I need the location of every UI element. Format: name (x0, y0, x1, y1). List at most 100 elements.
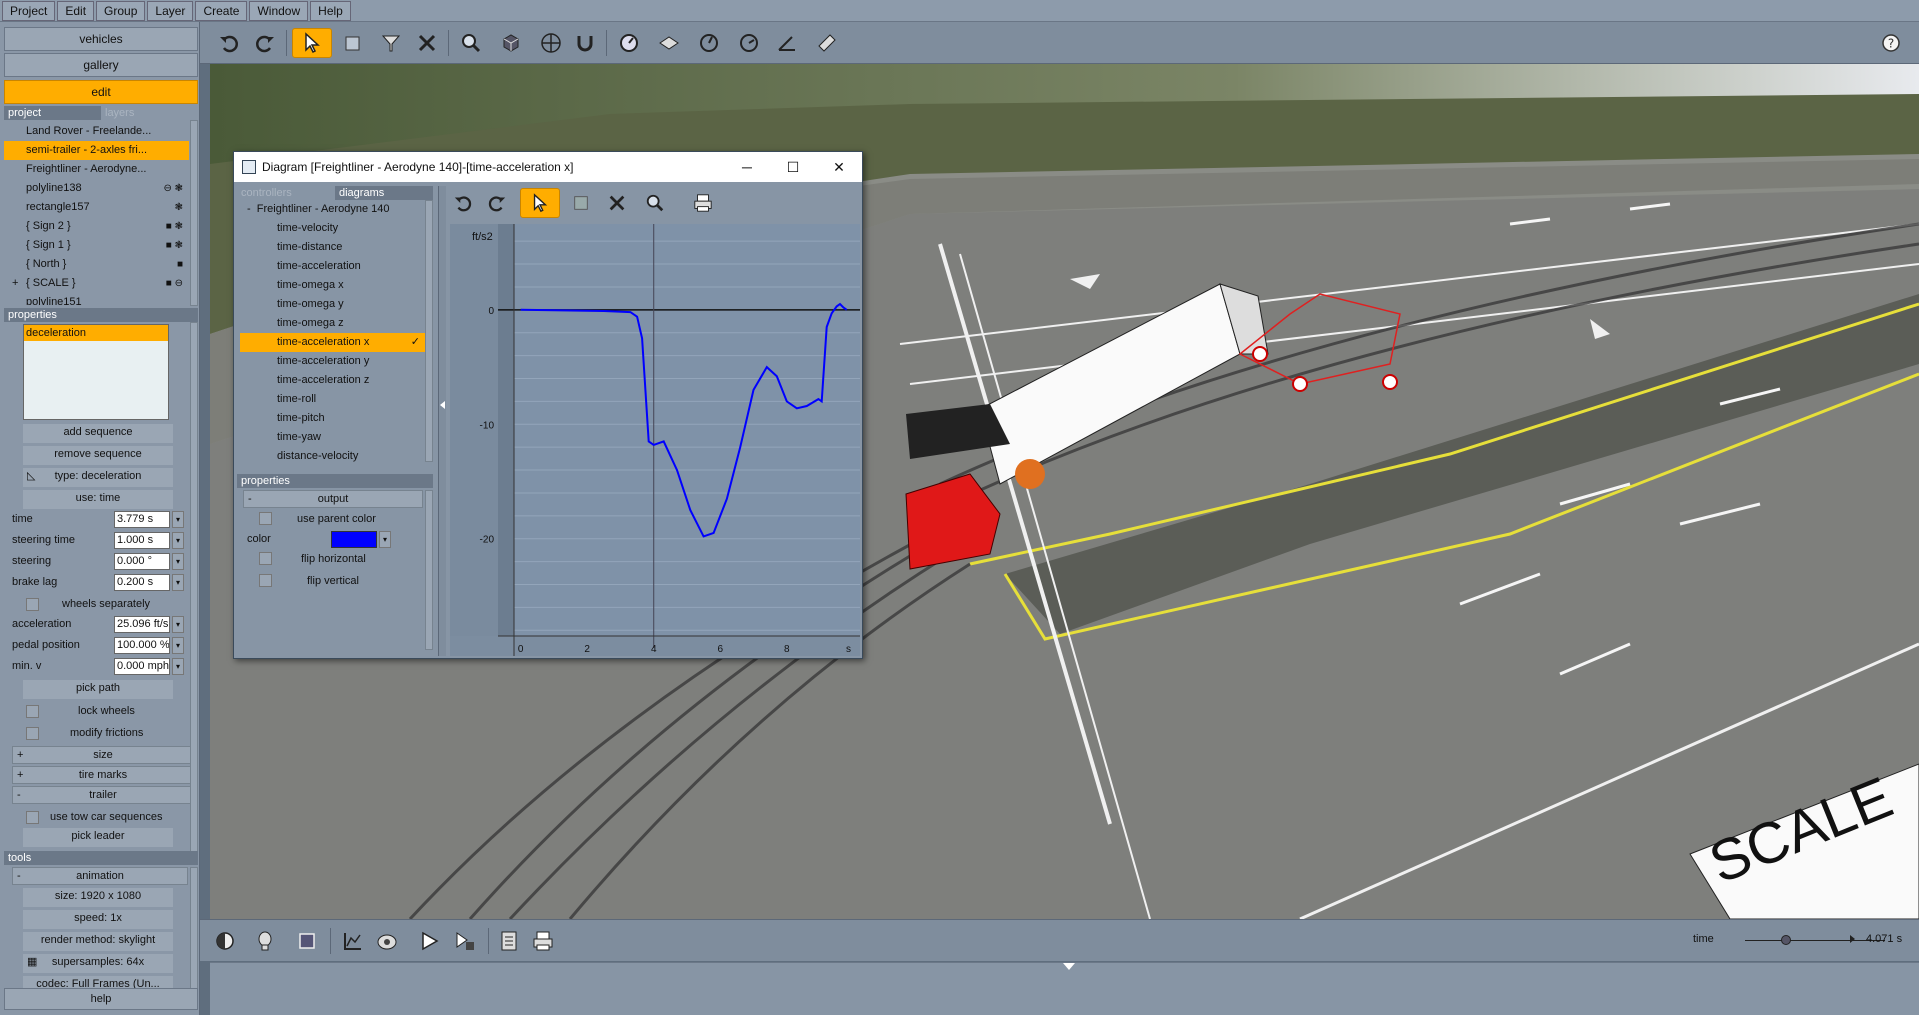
steering-spinner[interactable]: ▾ (172, 553, 184, 570)
diagram-item-selected[interactable]: time-acceleration x ✓ (240, 333, 426, 352)
tree-item-semi-trailer[interactable]: semi-trailer - 2-axles fri... (4, 141, 189, 160)
diagram-item[interactable]: distance-velocity (277, 447, 358, 466)
gallery-button[interactable]: gallery (4, 53, 198, 77)
help-button[interactable]: help (4, 988, 198, 1010)
redo-button[interactable] (250, 28, 280, 58)
tree-item-polyline138[interactable]: polyline138 ⊖ ❃ (4, 179, 189, 198)
zoom-button[interactable] (456, 28, 486, 58)
tab-layers[interactable]: layers (101, 106, 198, 120)
acceleration-input[interactable]: 25.096 ft/s (114, 616, 170, 633)
camera-button[interactable] (372, 926, 402, 956)
flip-vertical-checkbox[interactable] (259, 574, 272, 587)
maximize-button[interactable]: ☐ (770, 152, 816, 182)
steering-time-spinner[interactable]: ▾ (172, 532, 184, 549)
diagram-item[interactable]: time-acceleration (277, 257, 361, 276)
animation-section[interactable]: - animation (12, 867, 188, 885)
diagram-item[interactable]: time-yaw (277, 428, 321, 447)
diagram-rect-button[interactable] (566, 188, 596, 218)
edit-button[interactable]: edit (4, 80, 198, 104)
menu-create[interactable]: Create (195, 0, 248, 21)
remove-sequence-button[interactable]: remove sequence (23, 446, 173, 465)
acceleration-spinner[interactable]: ▾ (172, 616, 184, 633)
tab-controllers[interactable]: controllers (237, 186, 335, 200)
chevron-down-icon[interactable] (1063, 963, 1075, 970)
steering-time-input[interactable]: 1.000 s (114, 532, 170, 549)
pick-path-button[interactable]: pick path (23, 680, 173, 699)
acceleration-chart[interactable]: ft/s2 s 0 -10 -20 0 2 4 6 8 (450, 224, 860, 656)
diagram-item[interactable]: time-distance (277, 238, 342, 257)
diagram-item[interactable]: time-omega y (277, 295, 344, 314)
diagram-list-scrollbar[interactable] (425, 200, 433, 462)
tools-scrollbar[interactable] (190, 867, 198, 1007)
print-button[interactable] (528, 926, 558, 956)
trailer-section[interactable]: - trailer (12, 786, 194, 804)
pick-leader-button[interactable]: pick leader (23, 828, 173, 847)
splitter[interactable] (438, 186, 446, 656)
tree-item-sign-1[interactable]: { Sign 1 } ■ ❃ (4, 236, 189, 255)
step-button[interactable] (450, 926, 480, 956)
tree-item-freightliner[interactable]: Freightliner - Aerodyne... (4, 160, 189, 179)
flip-horizontal-checkbox[interactable] (259, 552, 272, 565)
time-slider-track[interactable] (1745, 940, 1885, 941)
chevron-left-icon[interactable] (440, 401, 445, 409)
vehicles-button[interactable]: vehicles (4, 27, 198, 51)
add-sequence-button[interactable]: add sequence (23, 424, 173, 443)
color-dropdown[interactable]: ▾ (379, 531, 391, 548)
time-input[interactable]: 3.779 s (114, 511, 170, 528)
diagram-item[interactable]: time-omega z (277, 314, 344, 333)
play-button[interactable] (414, 926, 444, 956)
tire-marks-section[interactable]: + tire marks (12, 766, 194, 784)
render-method-button[interactable]: render method: skylight (23, 932, 173, 951)
speed-button[interactable]: speed: 1x (23, 910, 173, 929)
tab-diagrams[interactable]: diagrams (335, 186, 433, 200)
tree-item-rectangle157[interactable]: rectangle157 ❃ (4, 198, 189, 217)
help-icon-button[interactable]: ? (1876, 28, 1906, 58)
close-button[interactable]: ✕ (816, 152, 862, 182)
select-tool-button[interactable] (292, 28, 332, 58)
diagram-redo-button[interactable] (482, 188, 512, 218)
filter-button[interactable] (376, 28, 406, 58)
properties-scrollbar[interactable] (425, 490, 433, 650)
color-swatch[interactable] (331, 531, 377, 548)
tree-item-sign-2[interactable]: { Sign 2 } ■ ❃ (4, 217, 189, 236)
tab-project[interactable]: project (4, 106, 101, 120)
wheels-separately-checkbox[interactable] (26, 598, 39, 611)
diagram-undo-button[interactable] (448, 188, 478, 218)
modify-frictions-checkbox[interactable] (26, 727, 39, 740)
diagram-zoom-button[interactable] (640, 188, 670, 218)
use-tow-checkbox[interactable] (26, 811, 39, 824)
min-v-input[interactable]: 0.000 mph (114, 658, 170, 675)
menu-help[interactable]: Help (310, 0, 351, 21)
diagram-root[interactable]: - Freightliner - Aerodyne 140 (247, 200, 389, 219)
diagram-item[interactable]: time-velocity (277, 219, 338, 238)
output-section[interactable]: - output (243, 490, 423, 508)
properties-scrollbar[interactable] (190, 322, 198, 852)
pedal-position-spinner[interactable]: ▾ (172, 637, 184, 654)
pedal-position-input[interactable]: 100.000 % (114, 637, 170, 654)
render-mode-button[interactable] (210, 926, 240, 956)
size-section[interactable]: + size (12, 746, 194, 764)
expand-icon[interactable]: + (12, 274, 18, 293)
lock-wheels-checkbox[interactable] (26, 705, 39, 718)
graph-button[interactable] (338, 926, 368, 956)
menu-project[interactable]: Project (2, 0, 56, 21)
render-size-button[interactable]: size: 1920 x 1080 (23, 888, 173, 907)
timeline-strip[interactable] (210, 962, 1919, 1015)
min-v-spinner[interactable]: ▾ (172, 658, 184, 675)
diagram-titlebar[interactable]: Diagram [Freightliner - Aerodyne 140]-[t… (234, 152, 862, 182)
diagram-item[interactable]: time-acceleration z (277, 371, 369, 390)
report-button[interactable] (494, 926, 524, 956)
diagram-item[interactable]: time-acceleration y (277, 352, 369, 371)
diagram-item[interactable]: time-pitch (277, 409, 325, 428)
sequence-item-deceleration[interactable]: deceleration (24, 325, 168, 341)
brake-lag-spinner[interactable]: ▾ (172, 574, 184, 591)
rectangle-select-button[interactable] (338, 28, 368, 58)
pan-button[interactable] (536, 28, 566, 58)
diagram-item[interactable]: time-omega x (277, 276, 344, 295)
tree-scrollbar[interactable] (190, 120, 198, 306)
diagram-item[interactable]: time-roll (277, 390, 316, 409)
type-button[interactable]: ◺ type: deceleration (23, 468, 173, 487)
speedometer-button[interactable] (694, 28, 724, 58)
tree-item-land-rover[interactable]: Land Rover - Freelande... (4, 122, 189, 141)
undo-button[interactable] (214, 28, 244, 58)
